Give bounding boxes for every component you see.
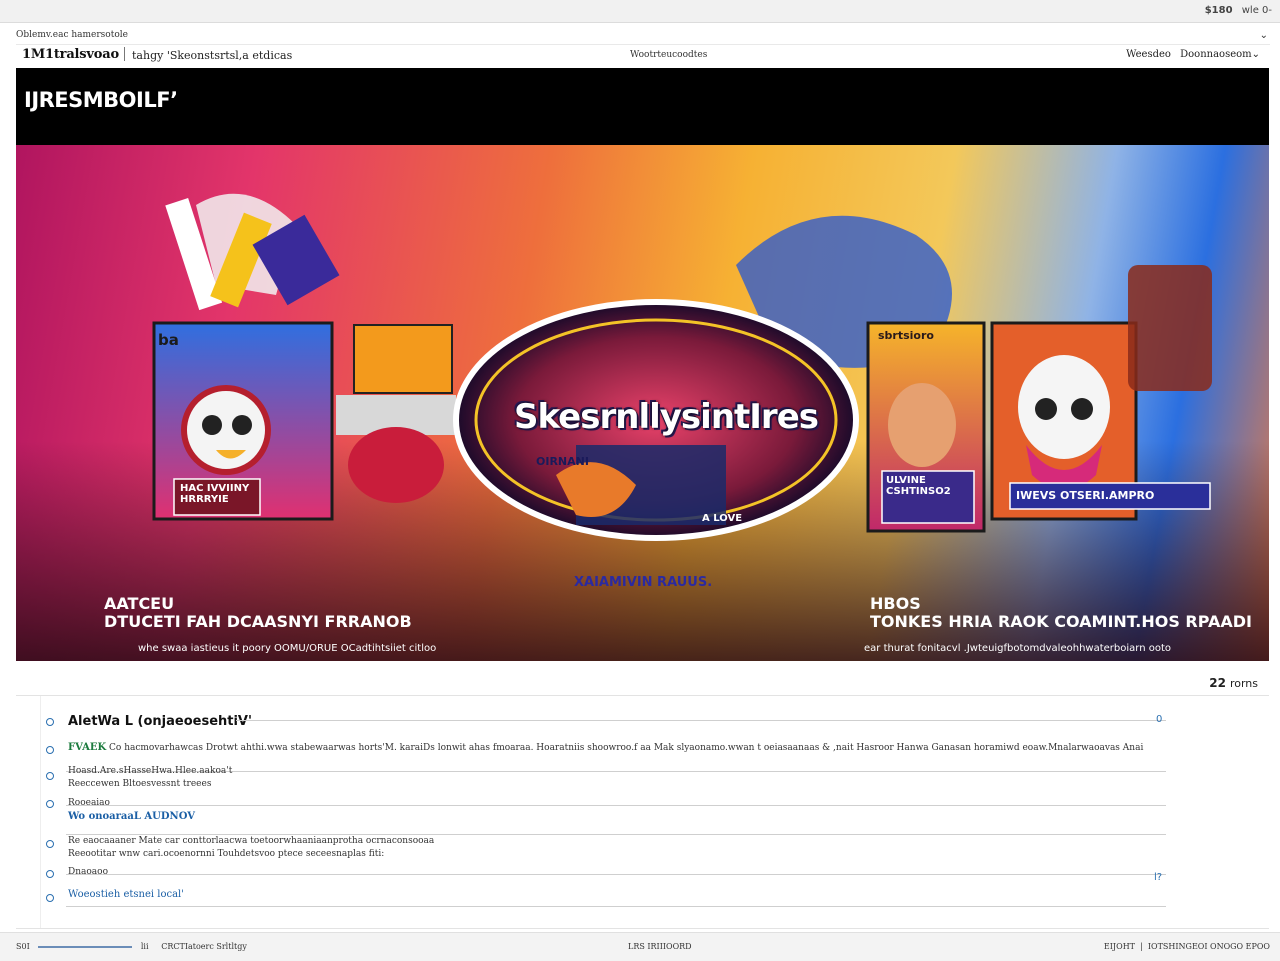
bullet-icon [46,840,54,848]
left-mascot-eye [202,415,222,435]
list-item-subtext: Reeootitar wnw cari.ocoenornni Touhdetsv… [68,849,385,859]
footer-left-item[interactable]: lii [141,942,149,951]
nav-center-link[interactable]: Wootrteucoodtes [630,50,707,60]
hero-left-title-line: AATCEU [104,594,175,613]
hero-right-title-line: HBOS [870,594,921,613]
banner-title: IJRESMBOILFʼ [24,88,178,112]
hero-left-title[interactable]: AATCEU DTUCETI FAH DCAASNYI FRRANOB [104,595,412,631]
chevron-down-icon[interactable]: ⌄ [1260,30,1268,41]
list-item-text: Hoasd.Are.sHasseHwa.Hlee.aakoa't [68,766,233,776]
list-item-text: Re eaocaaaner Mate car conttorlaacwa toe… [68,836,435,846]
row-divider [66,834,1166,835]
far-right-eye [1035,398,1057,420]
footer-right-item[interactable]: EIJOHT [1104,942,1135,951]
right-card-tag: ULVINE CSHTINSO2 [886,475,951,497]
hero-logo-text: SkesrnllysintIres [514,397,819,437]
hero-banner[interactable]: ba HAC IVVIINY HRRRYIE sbrtsioro ULVINE … [16,145,1269,661]
footer-left: S0I lii CRCTIatoerc Srltltgy [16,942,247,951]
topbar-number: $180 [1204,5,1233,16]
hero-right-caption: ear thurat fonitacvl .Jwteuigfbotomdvale… [864,643,1172,654]
list-item-text: Rooeaiao [68,798,110,808]
far-right-mask [1018,355,1110,459]
bullet-icon [46,718,54,726]
row-divider [66,805,1166,806]
hero-right-title-line: TONKES HRIA RAOK COAMINT.HOS RPAADI [870,612,1253,631]
list-item-tag[interactable]: FVAEK [68,742,106,753]
footer-progress-bar [38,946,133,948]
far-right-eye [1071,398,1093,420]
row-divider [66,874,1166,875]
bullet-icon [46,746,54,754]
site-brand[interactable]: 1M1tralsvoao [22,47,119,62]
list-item-end: l? [1154,872,1163,883]
bullet-icon [46,870,54,878]
list-item-subtext: Reeccewen Bltoesvessnt treees [68,779,212,789]
banner-header: IJRESMBOILFʼ [16,68,1269,145]
list-item-end: 0 [1156,714,1163,725]
footer-right-item[interactable]: IOTSHINGEOI ONOGO EPOO [1148,942,1270,951]
left-mascot-head [181,385,271,475]
footer-mid[interactable]: LRS IRIIIOORD [628,942,692,951]
list-item-text: Dnaoaoo [68,867,108,877]
hero-left-title-line: DTUCETI FAH DCAASNYI FRRANOB [104,612,412,631]
result-count-label: rorns [1229,677,1258,690]
site-navbar: 1M1tralsvoao tahgy 'Skeonstsrtsl,a etdic… [16,44,1270,65]
footer-right: EIJOHT | IOTSHINGEOI ONOGO EPOO [1103,942,1270,951]
center-tag: A LOVE [702,513,743,524]
row-divider [66,906,1166,907]
center-badge: OIRNANI [536,455,589,468]
hero-left-caption: whe swaa iastieus it poory OOMU/ORUE OCa… [138,643,437,654]
bullet-icon [46,800,54,808]
result-count: 22 rorns [1209,676,1258,690]
topbar-text[interactable]: wle 0- [1242,5,1272,16]
hero-right-title[interactable]: HBOS TONKES HRIA RAOK COAMINT.HOS RPAADI [870,595,1252,631]
far-right-card-tag: IWEVS OTSERI.AMPRO [1016,489,1155,502]
list-item-text: FVAEK Co hacmovarhawcas Drotwt ahthi.wwa… [68,742,1158,753]
bullet-icon [46,772,54,780]
meta-line: Oblemv.eac hamersotole [16,30,128,40]
page-footer: S0I lii CRCTIatoerc Srltltgy LRS IRIIIOO… [0,932,1280,961]
nav-right-dropdown[interactable]: Doonnaoseom⌄ [1180,49,1260,60]
footer-left-item[interactable]: S0I [16,942,30,951]
list-item-link[interactable]: Woeostieh etsnei local' [68,889,184,900]
list-item-body: Co hacmovarhawcas Drotwt ahthi.wwa stabe… [109,743,1144,753]
far-right-poster [1128,265,1212,391]
hero-mid-text: XAIAMIVIN RAUUS. [574,575,713,590]
red-hat [348,427,444,503]
list-item-link[interactable]: Wo onoaraaL AUDNOV [68,811,195,822]
nav-link-primary[interactable]: tahgy 'Skeonstsrtsl,a etdicas [132,49,292,62]
right-card-face [888,383,956,467]
nav-right-link[interactable]: Weesdeo [1126,49,1171,60]
right-card-top-label: sbrtsioro [878,329,934,342]
nav-divider [124,47,125,61]
topbar-status: $180 wle 0- [1205,5,1272,16]
result-count-number: 22 [1209,676,1226,690]
yellow-box [353,324,453,394]
left-card-tag: HAC IVVIINY HRRRYIE [180,483,250,505]
list-item-title[interactable]: AletWa L (onjaeoesehtiV' [68,714,252,729]
nav-right-menu: Weesdeo Doonnaoseom⌄ [1126,49,1260,60]
item-list: AletWa L (onjaeoesehtiV' 0 FVAEK Co hacm… [16,695,1269,929]
left-card-top-label: ba [158,331,179,349]
footer-left-item[interactable]: CRCTIatoerc Srltltgy [161,942,247,951]
top-bar: $180 wle 0- [0,0,1280,23]
bullet-icon [46,894,54,902]
left-mascot-eye [232,415,252,435]
row-divider [236,720,1166,721]
